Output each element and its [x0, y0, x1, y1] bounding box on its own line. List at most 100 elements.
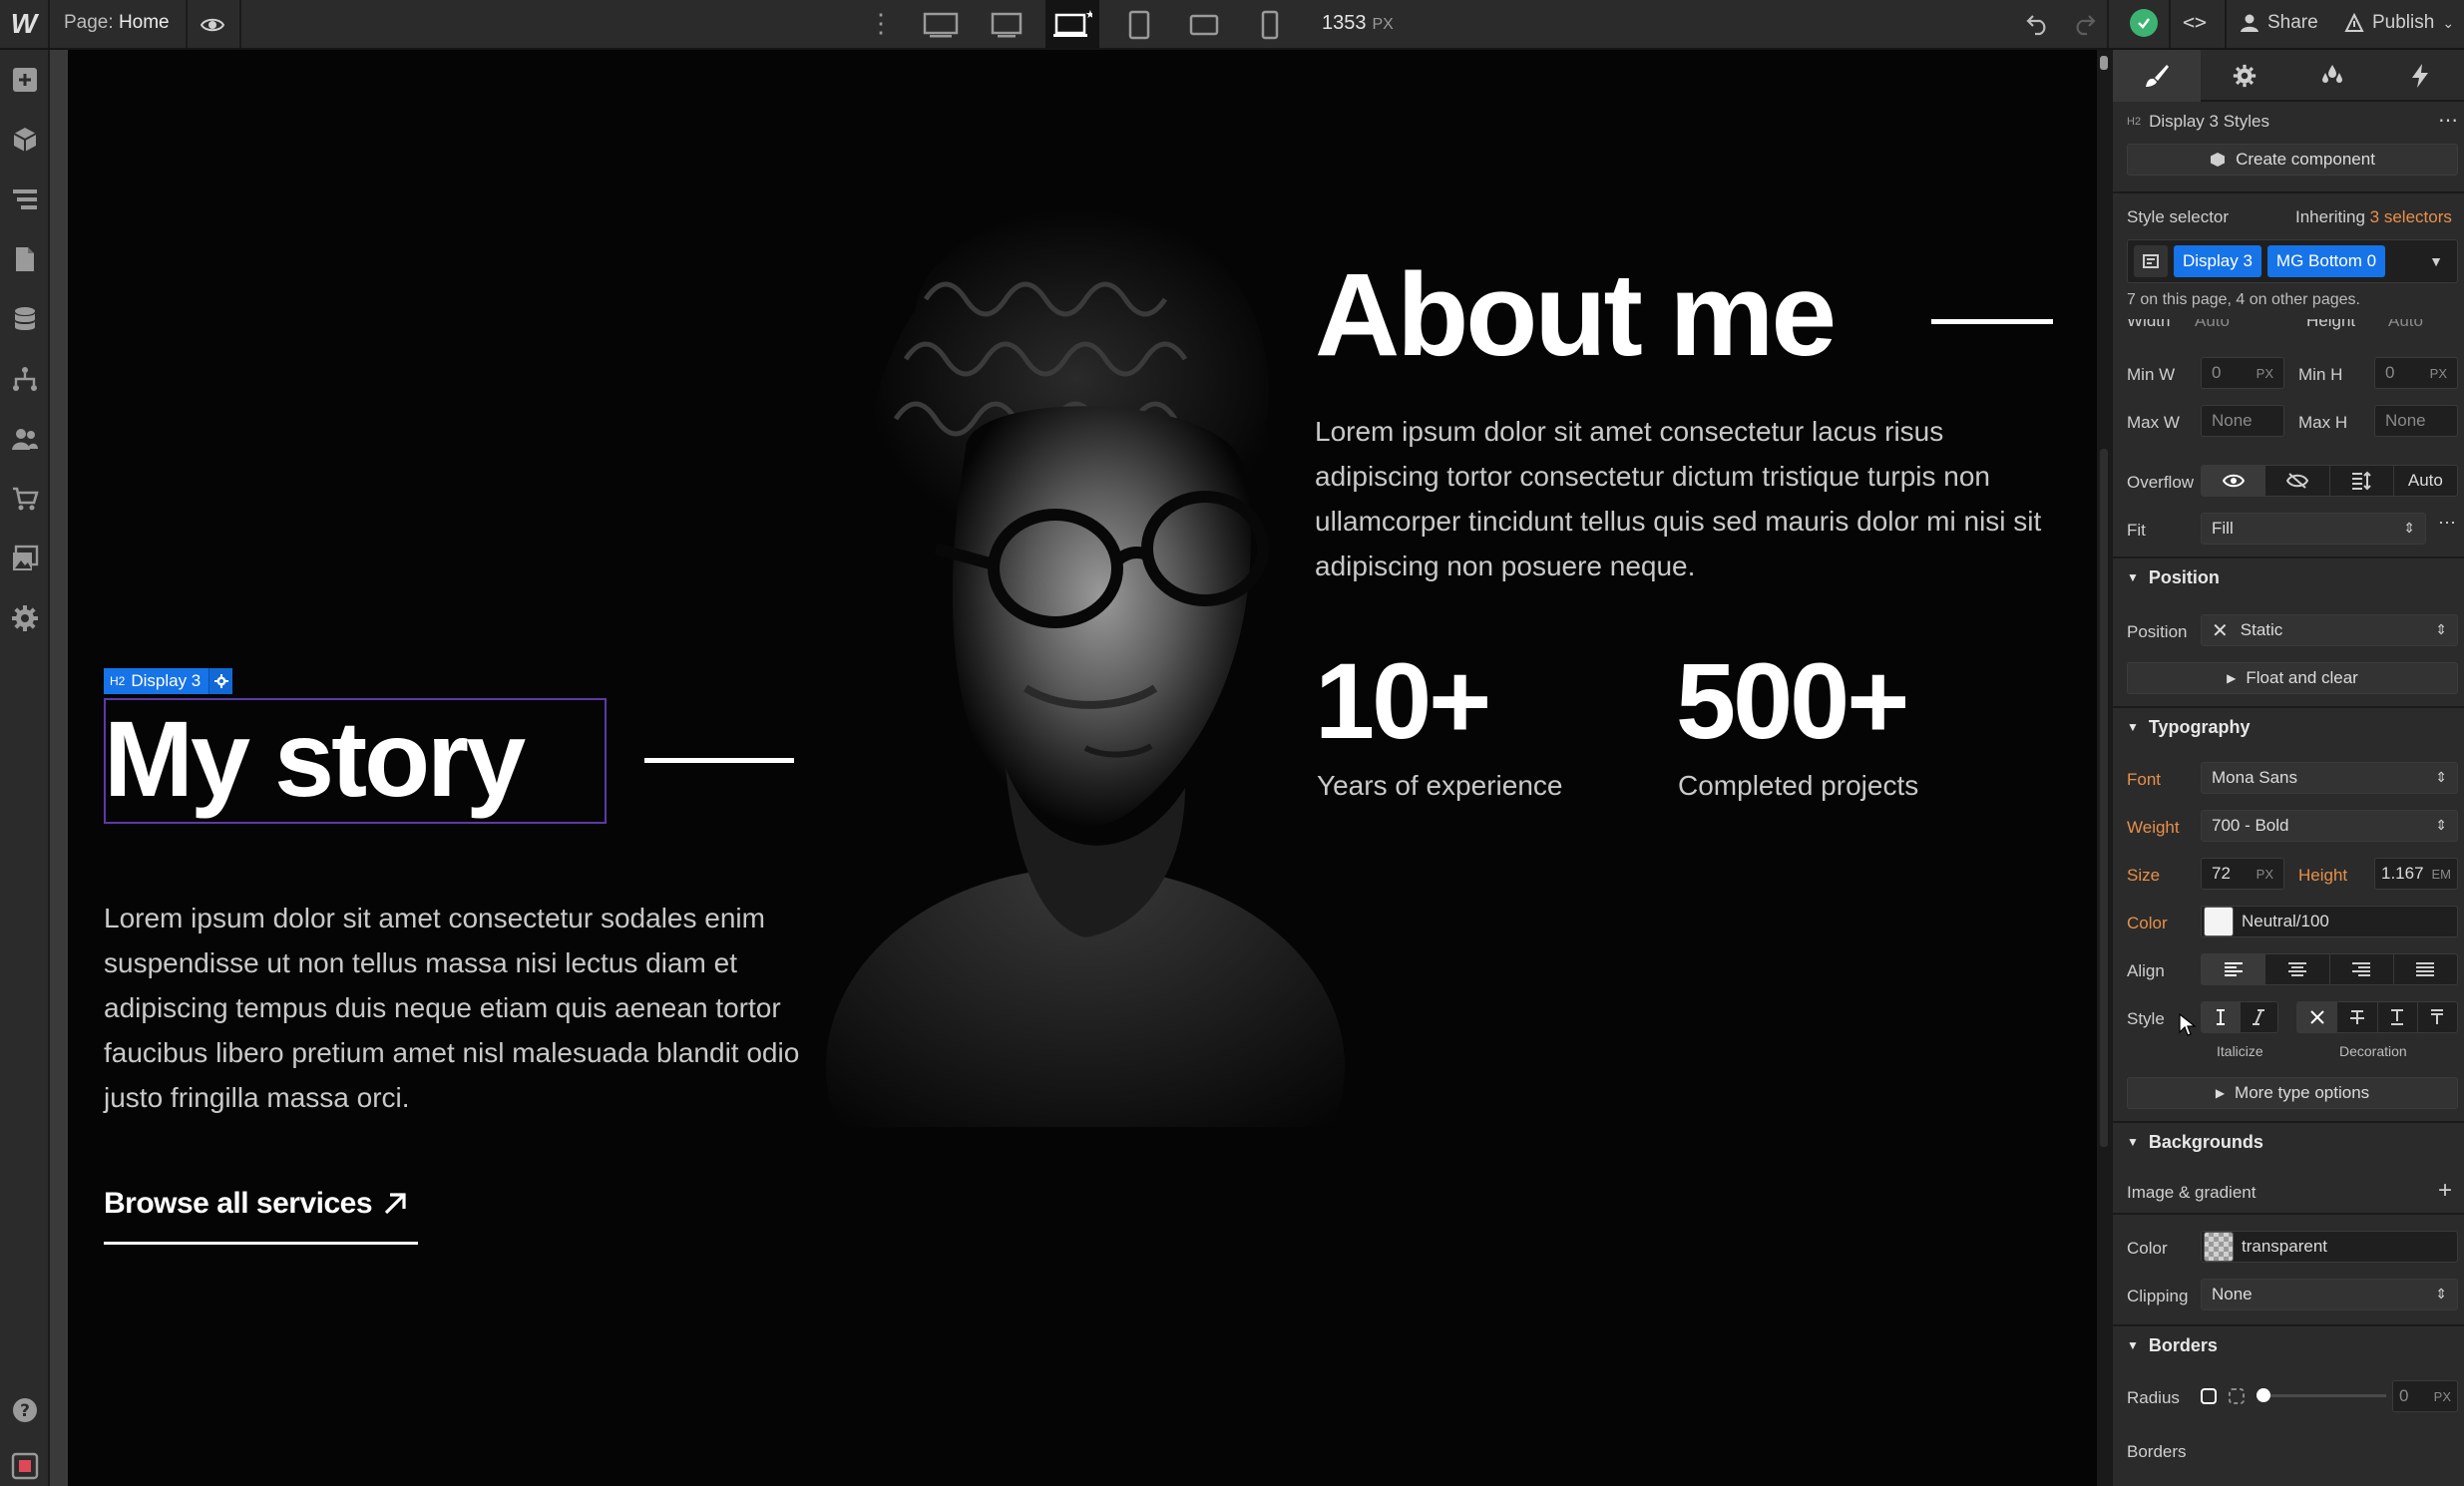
radius-input[interactable]: 0 PX	[2392, 1380, 2458, 1412]
underline-icon[interactable]	[2378, 1002, 2418, 1032]
publish-button[interactable]: Publish ⌄	[2344, 12, 2454, 34]
add-elements-icon[interactable]	[11, 66, 39, 94]
clipping-select[interactable]: None ⇕	[2201, 1279, 2458, 1310]
regular-text-icon[interactable]	[2202, 1002, 2241, 1032]
story-paragraph[interactable]: Lorem ipsum dolor sit amet consectetur s…	[104, 896, 802, 1120]
stat-value[interactable]: 500+	[1676, 638, 1909, 763]
breakpoint-xl-icon[interactable]	[980, 6, 1033, 44]
pages-icon[interactable]	[11, 245, 39, 273]
font-size-input[interactable]: 72 PX	[2201, 858, 2284, 890]
ecommerce-cart-icon[interactable]	[11, 485, 39, 513]
cms-icon[interactable]	[11, 305, 39, 333]
radius-individual-icon[interactable]	[2227, 1386, 2247, 1411]
about-paragraph[interactable]: Lorem ipsum dolor sit amet consectetur l…	[1315, 409, 2073, 588]
breakpoint-portrait-icon[interactable]	[1243, 6, 1297, 44]
selector-type-icon[interactable]	[2134, 245, 2168, 277]
create-component-button[interactable]: Create component	[2127, 144, 2458, 176]
navigator-icon[interactable]	[11, 186, 39, 213]
radius-slider-track[interactable]	[2257, 1394, 2386, 1397]
tab-style[interactable]	[2113, 50, 2201, 102]
float-clear-toggle[interactable]: ▶ Float and clear	[2127, 662, 2458, 694]
max-width-input[interactable]: None	[2201, 405, 2284, 437]
code-icon[interactable]: <>	[2183, 10, 2207, 34]
breakpoint-xxl-icon[interactable]	[914, 6, 968, 44]
preview-eye-icon[interactable]	[200, 12, 225, 38]
breakpoint-desktop-icon[interactable]: ★	[1045, 0, 1099, 48]
italic-segmented[interactable]	[2201, 1001, 2278, 1033]
selector-chip[interactable]: Display 3	[2174, 245, 2261, 277]
scrollbar-thumb[interactable]	[2100, 449, 2108, 1147]
style-selector-field[interactable]: Display 3 MG Bottom 0 ▼	[2127, 239, 2458, 283]
align-right-icon[interactable]	[2330, 954, 2394, 984]
settings-gear-icon[interactable]	[11, 604, 39, 632]
users-icon[interactable]	[11, 425, 39, 453]
strikethrough-icon[interactable]	[2337, 1002, 2378, 1032]
design-canvas[interactable]: About me Lorem ipsum dolor sit amet cons…	[68, 50, 2097, 1486]
tab-settings[interactable]	[2201, 50, 2288, 102]
max-height-input[interactable]: None	[2374, 405, 2458, 437]
help-icon[interactable]: ?	[11, 1396, 39, 1424]
transparent-swatch[interactable]	[2204, 1232, 2234, 1262]
check-icon[interactable]	[2130, 9, 2158, 37]
selector-chip[interactable]: MG Bottom 0	[2266, 245, 2386, 277]
align-segmented[interactable]	[2201, 953, 2458, 985]
fit-more-icon[interactable]: ⋯	[2438, 513, 2456, 534]
breakpoint-tablet-icon[interactable]	[1112, 6, 1166, 44]
min-height-input[interactable]: 0 PX	[2374, 357, 2458, 389]
font-color-field[interactable]: Neutral/100	[2201, 906, 2458, 937]
align-left-icon[interactable]	[2202, 954, 2266, 984]
selection-tag[interactable]: H2 Display 3	[104, 668, 233, 694]
decoration-segmented[interactable]	[2296, 1001, 2458, 1033]
font-select[interactable]: Mona Sans ⇕	[2201, 762, 2458, 794]
overflow-scroll-icon[interactable]	[2330, 466, 2394, 496]
min-width-input[interactable]: 0 PX	[2201, 357, 2284, 389]
canvas-scrollbar[interactable]	[2097, 50, 2111, 1486]
scroll-up-arrow[interactable]	[2100, 56, 2108, 70]
stat-label[interactable]: Completed projects	[1678, 770, 1918, 802]
position-select[interactable]: ✕ Static ⇕	[2201, 614, 2458, 646]
redo-icon[interactable]	[2071, 10, 2097, 41]
undo-icon[interactable]	[2025, 10, 2051, 41]
story-heading[interactable]: My story	[104, 696, 526, 822]
add-background-plus-icon[interactable]: +	[2438, 1177, 2452, 1205]
share-button[interactable]: Share	[2240, 12, 2318, 34]
bg-color-field[interactable]: transparent	[2201, 1231, 2458, 1263]
overflow-auto[interactable]: Auto	[2394, 466, 2457, 496]
tab-interactions[interactable]	[2376, 50, 2464, 102]
chevron-down-icon[interactable]: ▼	[2429, 253, 2443, 269]
more-type-options-toggle[interactable]: ▶ More type options	[2127, 1077, 2458, 1109]
webflow-logo[interactable]: W	[0, 0, 50, 48]
assets-icon[interactable]	[11, 545, 39, 572]
components-icon[interactable]	[11, 126, 39, 154]
overline-icon[interactable]	[2418, 1002, 2457, 1032]
line-height-input[interactable]: 1.167 EM	[2374, 858, 2458, 890]
tab-style-manager[interactable]	[2288, 50, 2376, 102]
inheriting-note[interactable]: Inheriting 3 selectors	[2295, 207, 2452, 227]
overflow-visible-eye-icon[interactable]	[2202, 466, 2266, 496]
align-justify-icon[interactable]	[2394, 954, 2457, 984]
page-selector[interactable]: Page: Home	[64, 12, 170, 34]
overflow-segmented[interactable]: Auto	[2201, 465, 2458, 497]
section-backgrounds[interactable]: ▼ Backgrounds	[2113, 1121, 2464, 1161]
decoration-none-icon[interactable]	[2297, 1002, 2338, 1032]
section-position[interactable]: ▼ Position	[2113, 557, 2464, 596]
color-swatch[interactable]	[2204, 907, 2234, 936]
logic-icon[interactable]	[11, 365, 39, 393]
browse-services-link[interactable]: Browse all services	[104, 1187, 408, 1221]
overflow-hidden-eye-icon[interactable]	[2265, 466, 2330, 496]
panel-more-icon[interactable]: ⋯	[2438, 108, 2458, 133]
section-borders[interactable]: ▼ Borders	[2113, 1324, 2464, 1364]
section-typography[interactable]: ▼ Typography	[2113, 706, 2464, 746]
align-center-icon[interactable]	[2265, 954, 2330, 984]
breakpoint-landscape-icon[interactable]	[1177, 6, 1231, 44]
italic-icon[interactable]	[2241, 1002, 2278, 1032]
radius-all-icon[interactable]	[2199, 1386, 2219, 1411]
stat-label[interactable]: Years of experience	[1317, 770, 1562, 802]
more-breakpoints-icon[interactable]: ⋮	[868, 8, 894, 39]
fit-select[interactable]: Fill ⇕	[2201, 513, 2426, 545]
radius-slider-handle[interactable]	[2257, 1388, 2270, 1402]
stat-value[interactable]: 10+	[1315, 638, 1491, 763]
weight-select[interactable]: 700 - Bold ⇕	[2201, 810, 2458, 842]
about-heading[interactable]: About me	[1315, 247, 1837, 383]
element-settings-gear-icon[interactable]	[208, 668, 233, 694]
